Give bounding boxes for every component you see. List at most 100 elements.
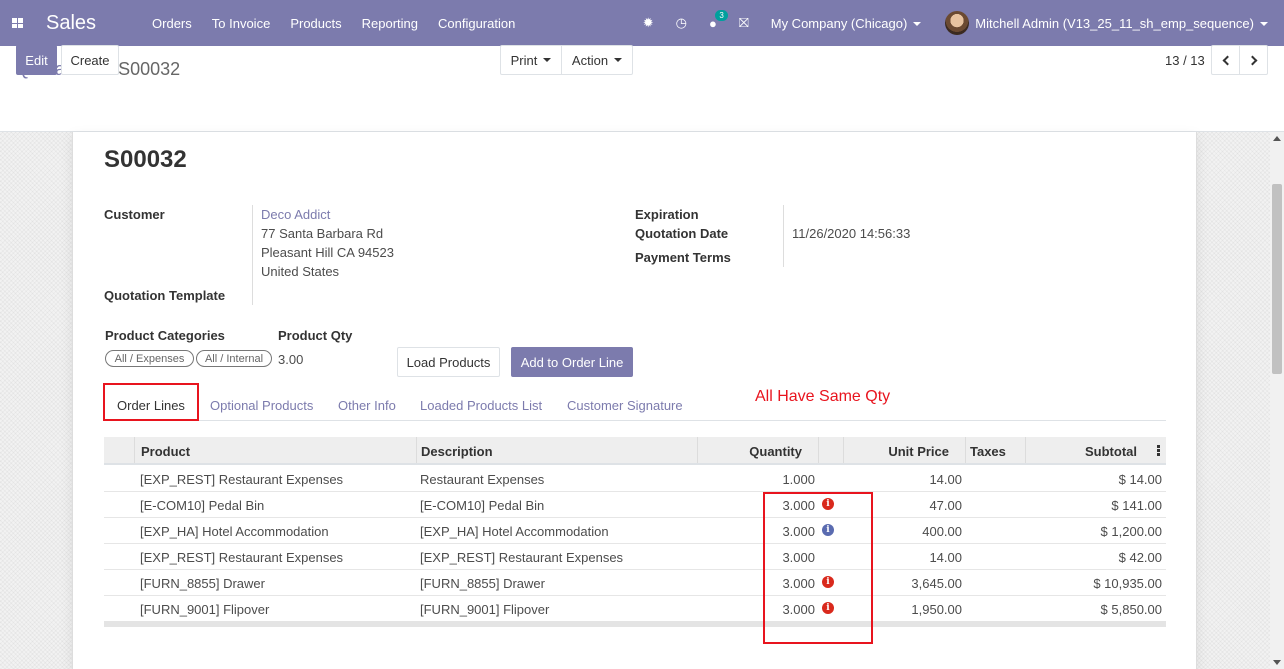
- cell-description: [E-COM10] Pedal Bin: [420, 498, 545, 513]
- tab-loaded-products-list[interactable]: Loaded Products List: [420, 398, 542, 413]
- menu-item-to-invoice[interactable]: To Invoice: [212, 16, 271, 31]
- category-tag: All / Expenses: [105, 350, 194, 367]
- column-separator: [818, 437, 819, 463]
- quotation-date-label: Quotation Date: [635, 226, 729, 241]
- systray: ✹ ◷ ● 3 ⛝ My Company (Chicago) Mitchell A…: [643, 0, 1284, 46]
- caret-down-icon: [543, 58, 552, 62]
- action-button[interactable]: Action: [561, 45, 633, 75]
- field-divider: [252, 205, 253, 305]
- caret-down-icon: [614, 58, 623, 62]
- tab-other-info[interactable]: Other Info: [338, 398, 396, 413]
- column-separator: [843, 437, 844, 463]
- customer-label: Customer: [104, 207, 165, 222]
- tab-order-lines[interactable]: Order Lines: [117, 398, 185, 413]
- table-row[interactable]: [EXP_REST] Restaurant Expenses Restauran…: [104, 466, 1166, 492]
- caret-down-icon: [913, 22, 922, 27]
- address-line-1: 77 Santa Barbara Rd: [261, 226, 384, 241]
- control-panel: Quotations / S00032: [0, 46, 1284, 132]
- menu-item-orders[interactable]: Orders: [152, 16, 192, 31]
- column-separator: [134, 437, 135, 463]
- quantity-highlight-box: [763, 492, 873, 644]
- tab-optional-products[interactable]: Optional Products: [210, 398, 313, 413]
- cell-description: [EXP_HA] Hotel Accommodation: [420, 524, 609, 539]
- cell-description: [FURN_8855] Drawer: [420, 576, 545, 591]
- table-row[interactable]: [EXP_HA] Hotel Accommodation [EXP_HA] Ho…: [104, 518, 1166, 544]
- column-unit-price[interactable]: Unit Price: [848, 444, 949, 459]
- menu-item-configuration[interactable]: Configuration: [438, 16, 515, 31]
- tab-customer-signature[interactable]: Customer Signature: [567, 398, 683, 413]
- avatar[interactable]: [945, 11, 970, 35]
- scrollbar[interactable]: [1270, 132, 1284, 669]
- scroll-down-arrow-icon[interactable]: [1273, 660, 1281, 665]
- clock-icon[interactable]: ◷: [676, 15, 687, 31]
- cell-subtotal: $ 1,200.00: [1100, 524, 1162, 539]
- order-lines-header: Product Description Quantity Unit Price …: [104, 437, 1166, 465]
- customer-link[interactable]: Deco Addict: [261, 207, 330, 222]
- expiration-label: Expiration: [635, 207, 699, 222]
- column-subtotal[interactable]: Subtotal: [1030, 444, 1137, 459]
- print-label: Print: [510, 52, 538, 68]
- cell-product: [EXP_HA] Hotel Accommodation: [140, 524, 329, 539]
- cell-quantity: 1.000: [782, 472, 815, 487]
- print-button[interactable]: Print: [500, 45, 562, 75]
- table-row[interactable]: [FURN_8855] Drawer [FURN_8855] Drawer 3.…: [104, 570, 1166, 596]
- top-navbar: Sales Orders To Invoice Products Reporti…: [0, 0, 1284, 46]
- scroll-thumb[interactable]: [1272, 184, 1282, 374]
- cell-subtotal: $ 42.00: [1118, 550, 1162, 565]
- apps-menu-toggle[interactable]: [0, 0, 34, 46]
- product-qty-value: 3.00: [278, 352, 304, 367]
- add-to-order-line-button[interactable]: Add to Order Line: [511, 347, 633, 377]
- pager-previous-button[interactable]: [1211, 45, 1240, 75]
- pager-next-button[interactable]: [1239, 45, 1268, 75]
- column-quantity[interactable]: Quantity: [704, 444, 802, 459]
- tabs-divider: [104, 420, 1166, 421]
- messages-badge: 3: [715, 9, 728, 21]
- edit-button[interactable]: Edit: [16, 45, 57, 75]
- cell-subtotal: $ 14.00: [1118, 472, 1162, 487]
- user-menu[interactable]: Mitchell Admin (V13_25_11_sh_emp_sequenc…: [975, 16, 1268, 31]
- caret-down-icon: [1260, 22, 1268, 27]
- kebab-menu-icon[interactable]: [1157, 445, 1160, 457]
- quotation-template-label: Quotation Template: [104, 288, 226, 303]
- payment-terms-label: Payment Terms: [635, 250, 731, 265]
- user-name: Mitchell Admin (V13_25_11_sh_emp_sequenc…: [975, 15, 1254, 31]
- column-separator: [416, 437, 417, 463]
- cell-subtotal: $ 10,935.00: [1093, 576, 1162, 591]
- cell-product: [FURN_9001] Flipover: [140, 602, 270, 617]
- cell-subtotal: $ 5,850.00: [1100, 602, 1162, 617]
- column-description[interactable]: Description: [421, 444, 493, 459]
- menu-item-products[interactable]: Products: [290, 16, 341, 31]
- menu-item-reporting[interactable]: Reporting: [362, 16, 418, 31]
- app-brand[interactable]: Sales: [46, 12, 96, 35]
- gift-icon[interactable]: ⛝: [739, 15, 749, 31]
- record-title: S00032: [104, 146, 187, 173]
- column-separator: [965, 437, 966, 463]
- cell-product: [EXP_REST] Restaurant Expenses: [140, 550, 344, 565]
- address-line-2: Pleasant Hill CA 94523: [261, 245, 394, 260]
- chat-icon[interactable]: ● 3: [709, 9, 728, 31]
- scroll-up-arrow-icon[interactable]: [1273, 136, 1281, 141]
- cell-product: [EXP_REST] Restaurant Expenses: [140, 472, 344, 487]
- company-switcher[interactable]: My Company (Chicago): [771, 16, 922, 31]
- chevron-left-icon: [1222, 55, 1232, 65]
- chevron-right-icon: [1247, 55, 1257, 65]
- cell-subtotal: $ 141.00: [1111, 498, 1162, 513]
- column-taxes[interactable]: Taxes: [970, 444, 1006, 459]
- table-row[interactable]: [E-COM10] Pedal Bin [E-COM10] Pedal Bin …: [104, 492, 1166, 518]
- bug-icon[interactable]: ✹: [643, 15, 654, 31]
- company-name: My Company (Chicago): [770, 15, 908, 31]
- cell-unit-price: 14.00: [929, 472, 962, 487]
- column-product[interactable]: Product: [141, 444, 190, 459]
- table-row[interactable]: [EXP_REST] Restaurant Expenses [EXP_REST…: [104, 544, 1166, 570]
- breadcrumb-current: S00032: [118, 59, 181, 79]
- cell-product: [FURN_8855] Drawer: [140, 576, 265, 591]
- load-products-button[interactable]: Load Products: [397, 347, 500, 377]
- create-button[interactable]: Create: [61, 45, 119, 75]
- table-row[interactable]: [FURN_9001] Flipover [FURN_9001] Flipove…: [104, 596, 1166, 622]
- column-separator: [697, 437, 698, 463]
- pager-value[interactable]: 13 / 13: [1165, 53, 1205, 68]
- product-qty-label: Product Qty: [278, 328, 353, 343]
- table-footer: [104, 621, 1166, 627]
- field-divider: [783, 205, 784, 267]
- cell-description: [FURN_9001] Flipover: [420, 602, 550, 617]
